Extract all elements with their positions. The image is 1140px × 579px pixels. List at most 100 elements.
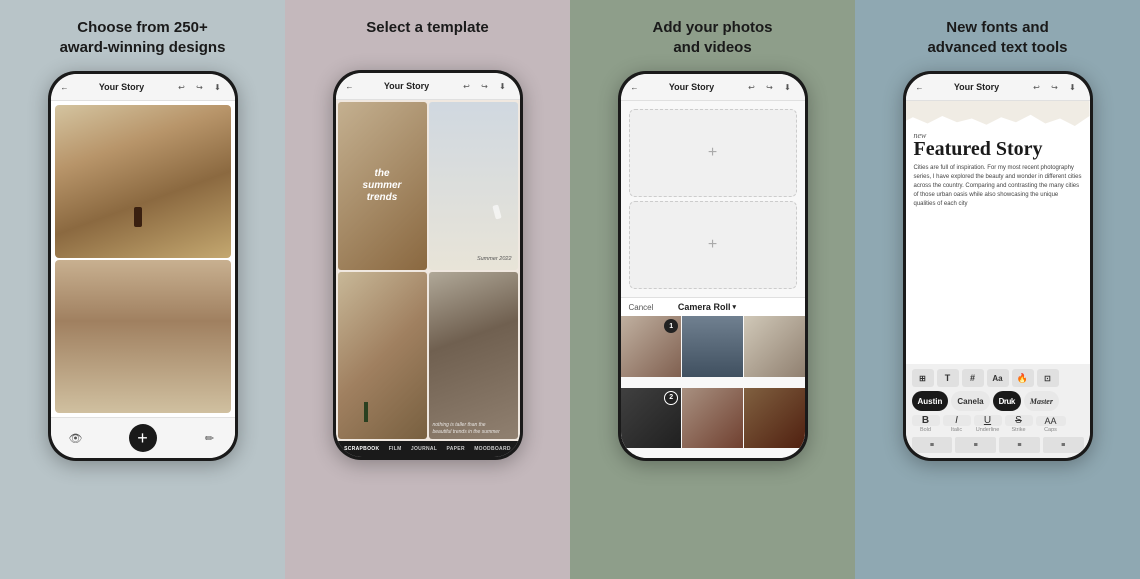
upload-placeholder-2[interactable]: + bbox=[629, 201, 797, 289]
photo-thumb-6[interactable] bbox=[744, 388, 805, 449]
photo-thumb-4[interactable]: 2 bbox=[621, 388, 682, 449]
phone-1-topbar: ← Your Story ↩ ↪ ⬇ bbox=[51, 74, 235, 101]
phone-3-topbar: ← Your Story ↩ ↪ ⬇ bbox=[621, 74, 805, 101]
download-icon[interactable]: ⬇ bbox=[211, 80, 225, 94]
font-austin-btn[interactable]: Austin bbox=[912, 391, 949, 411]
undo-icon[interactable]: ↩ bbox=[175, 80, 189, 94]
align-center-btn[interactable]: ≡ bbox=[955, 437, 996, 453]
strike-label: Strike bbox=[1011, 427, 1025, 433]
template-cell-4[interactable]: nothing is taller than the beautiful tre… bbox=[429, 272, 518, 440]
canvas-title[interactable]: Featured Story bbox=[914, 138, 1082, 160]
add-button[interactable]: + bbox=[129, 424, 157, 452]
panel-3-title: Add your photos and videos bbox=[653, 18, 773, 57]
plus-icon-2: + bbox=[708, 236, 717, 254]
template-grid: the summer trends Summer 2022 nothing is… bbox=[336, 100, 520, 441]
photo-thumb-1[interactable]: 1 bbox=[621, 316, 682, 377]
redo-icon[interactable]: ↪ bbox=[1048, 80, 1062, 94]
undo-icon[interactable]: ↩ bbox=[745, 80, 759, 94]
phone-1-back[interactable]: ← bbox=[61, 83, 69, 92]
panel-text-tools: New fonts and advanced text tools ← Your… bbox=[855, 0, 1140, 579]
surfer-icon bbox=[492, 205, 501, 220]
canvas-content: new Featured Story Cities are full of in… bbox=[914, 131, 1082, 209]
tab-journal[interactable]: JOURNAL bbox=[411, 446, 437, 452]
format-strike-col: S Strike bbox=[1005, 415, 1033, 433]
layout-icon-btn[interactable]: ⊡ bbox=[1037, 369, 1059, 387]
redo-icon[interactable]: ↪ bbox=[478, 79, 492, 93]
phone-3: ← Your Story ↩ ↪ ⬇ + + bbox=[618, 71, 808, 461]
camera-roll-label: Camera Roll bbox=[678, 302, 731, 312]
panel-4-title: New fonts and advanced text tools bbox=[927, 18, 1067, 57]
strike-button[interactable]: S bbox=[1005, 415, 1033, 426]
cancel-button[interactable]: Cancel bbox=[629, 303, 654, 312]
phone-2-tabs: SCRAPBOOK FILM JOURNAL PAPER MOODBOARD bbox=[336, 441, 520, 457]
photo-strip bbox=[51, 101, 235, 417]
back-arrow-icon: ← bbox=[61, 83, 69, 92]
font-canela-btn[interactable]: Canela bbox=[951, 391, 989, 411]
redo-icon[interactable]: ↪ bbox=[763, 80, 777, 94]
format-italic-col: I Italic bbox=[943, 415, 971, 433]
bold-button[interactable]: B bbox=[912, 415, 940, 426]
phone-3-content: + + Cancel Camera Roll ▾ 1 bbox=[621, 101, 805, 458]
image-icon-btn[interactable]: ⊞ bbox=[912, 369, 934, 387]
tab-paper[interactable]: PAPER bbox=[447, 446, 465, 452]
panel-photos: Add your photos and videos ← Your Story … bbox=[570, 0, 855, 579]
phone-4-back[interactable]: ← bbox=[916, 83, 924, 92]
phone-2-actions: ↩ ↪ ⬇ bbox=[460, 79, 510, 93]
phone-3-actions: ↩ ↪ ⬇ bbox=[745, 80, 795, 94]
hash-icon-btn[interactable]: # bbox=[962, 369, 984, 387]
phone-4-title: Your Story bbox=[924, 82, 1030, 92]
download-icon[interactable]: ⬇ bbox=[1066, 80, 1080, 94]
undo-icon[interactable]: ↩ bbox=[1030, 80, 1044, 94]
bold-label: Bold bbox=[920, 427, 931, 433]
photo-thumb-2[interactable] bbox=[682, 316, 743, 377]
toolbar-row-format: B Bold I Italic U Underline S Strike bbox=[912, 415, 1084, 433]
template-cell-3[interactable] bbox=[338, 272, 427, 440]
back-arrow-icon: ← bbox=[631, 83, 639, 92]
phone-1-actions: ↩ ↪ ⬇ bbox=[175, 80, 225, 94]
text-icon-btn[interactable]: T bbox=[937, 369, 959, 387]
align-justify-btn[interactable]: ≡ bbox=[1043, 437, 1084, 453]
torn-paper-decoration bbox=[906, 101, 1090, 126]
template-cell-2[interactable]: Summer 2022 bbox=[429, 102, 518, 270]
text-canvas: new Featured Story Cities are full of in… bbox=[906, 101, 1090, 364]
phone-1-bottom-bar: 👁 + ✏ bbox=[51, 417, 235, 458]
download-icon[interactable]: ⬇ bbox=[781, 80, 795, 94]
upload-placeholder-1[interactable]: + bbox=[629, 109, 797, 197]
canvas-body: Cities are full of inspiration. For my m… bbox=[914, 164, 1082, 209]
pen-icon[interactable]: ✏ bbox=[201, 429, 219, 447]
tab-scrapbook[interactable]: SCRAPBOOK bbox=[344, 446, 379, 452]
photo-thumb-5[interactable] bbox=[682, 388, 743, 449]
tab-film[interactable]: FILM bbox=[389, 446, 402, 452]
plus-icon: + bbox=[708, 144, 717, 162]
phone-2-back[interactable]: ← bbox=[346, 82, 354, 91]
underline-button[interactable]: U bbox=[974, 415, 1002, 426]
phone-1: ← Your Story ↩ ↪ ⬇ 👁 + bbox=[48, 71, 238, 461]
align-right-btn[interactable]: ≡ bbox=[999, 437, 1040, 453]
format-bold-col: B Bold bbox=[912, 415, 940, 433]
align-left-btn[interactable]: ≡ bbox=[912, 437, 953, 453]
phone-3-back[interactable]: ← bbox=[631, 83, 639, 92]
redo-icon[interactable]: ↪ bbox=[193, 80, 207, 94]
caps-button[interactable]: AA bbox=[1036, 416, 1066, 426]
font-druk-btn[interactable]: Druk bbox=[993, 391, 1021, 411]
toolbar-row-1: ⊞ T # Aa 🔥 ⊡ bbox=[912, 369, 1084, 387]
photo-picker-bar: Cancel Camera Roll ▾ bbox=[621, 297, 805, 316]
tab-moodboard[interactable]: MOODBOARD bbox=[474, 446, 511, 452]
camera-roll-selector[interactable]: Camera Roll ▾ bbox=[678, 302, 736, 312]
font-master-btn[interactable]: Master bbox=[1024, 391, 1059, 411]
phone-2-content: the summer trends Summer 2022 nothing is… bbox=[336, 100, 520, 441]
panel-designs: Choose from 250+ award-winning designs ←… bbox=[0, 0, 285, 579]
eye-icon[interactable]: 👁 bbox=[67, 429, 85, 447]
download-icon[interactable]: ⬇ bbox=[496, 79, 510, 93]
chevron-down-icon: ▾ bbox=[732, 303, 736, 311]
person-silhouette-icon bbox=[134, 207, 142, 227]
template-cell-1[interactable]: the summer trends bbox=[338, 102, 427, 270]
panel-2-title: Select a template bbox=[366, 18, 489, 56]
italic-button[interactable]: I bbox=[943, 415, 971, 426]
photo-thumb-3[interactable] bbox=[744, 316, 805, 377]
color-icon-btn[interactable]: 🔥 bbox=[1012, 369, 1034, 387]
aa-size-btn[interactable]: Aa bbox=[987, 369, 1009, 387]
undo-icon[interactable]: ↩ bbox=[460, 79, 474, 93]
cell-2-label: Summer 2022 bbox=[477, 256, 512, 262]
format-underline-col: U Underline bbox=[974, 415, 1002, 433]
